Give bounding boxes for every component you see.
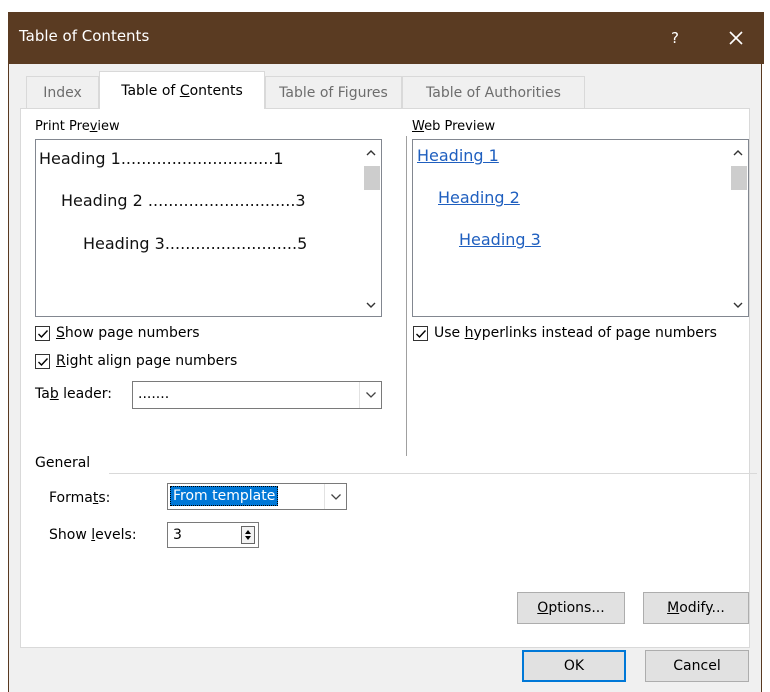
print-preview-heading: Heading 1 — [39, 149, 121, 168]
modify-button-label: odify... — [679, 600, 725, 616]
tab-leader-value: ....... — [138, 386, 170, 402]
web-preview-label-post: eb Preview — [424, 119, 496, 134]
formats-label-pre: Forma — [49, 490, 93, 506]
tab-leader-accel: b — [49, 386, 59, 402]
show-page-numbers-label[interactable]: Show page numbers — [56, 325, 200, 341]
print-preview-line: Heading 3..........................5 — [83, 234, 307, 253]
dialog-title: Table of Contents — [19, 27, 150, 45]
tab-leader-select[interactable]: ....... — [132, 381, 382, 409]
spin-buttons[interactable] — [241, 526, 255, 544]
web-preview-link[interactable]: Heading 2 — [438, 188, 520, 207]
use-hyperlinks-checkbox[interactable] — [413, 326, 428, 341]
print-preview-dots: .............................. — [120, 149, 274, 168]
tab-index[interactable]: Index — [26, 76, 99, 108]
print-preview-page: 5 — [297, 234, 308, 253]
show-page-numbers-checkbox[interactable] — [35, 326, 50, 341]
print-preview-label: Print Preview — [35, 119, 120, 134]
print-preview-heading: Heading 2 — [61, 191, 143, 210]
formats-dropdown[interactable] — [324, 484, 346, 509]
tab-toc-label-pre: Table of — [121, 83, 180, 99]
tab-authorities-label: Table of Authorities — [426, 85, 561, 101]
web-preview-scrollbar[interactable] — [728, 140, 748, 316]
tab-figures-label: Table of Figures — [279, 85, 388, 101]
print-preview-label-pre: Print Pre — [35, 119, 90, 134]
print-preview-box[interactable]: Heading 1..............................1… — [35, 139, 382, 317]
print-preview-dots: .......................... — [164, 234, 298, 253]
web-preview-link[interactable]: Heading 3 — [459, 230, 541, 249]
print-preview-page: 3 — [295, 191, 306, 210]
tab-index-label: Index — [43, 85, 82, 101]
checkmark-icon — [416, 330, 427, 339]
chevron-down-icon — [331, 494, 341, 500]
formats-label: Formats: — [49, 490, 110, 506]
tab-leader-post: leader: — [58, 386, 112, 402]
print-preview-dots: ............................. — [142, 191, 296, 210]
web-preview-box[interactable]: Heading 1 Heading 2 Heading 3 — [412, 139, 749, 317]
chevron-down-icon — [366, 392, 376, 398]
general-heading: General — [35, 455, 91, 471]
toc-dialog: Table of Contents ? Index Table of Conte… — [8, 12, 764, 692]
options-button-accel: O — [537, 600, 549, 616]
close-button[interactable] — [714, 23, 758, 53]
tab-toc-label-post: ontents — [189, 83, 243, 99]
show-page-numbers-text: how page numbers — [64, 325, 200, 341]
formats-label-post: s: — [98, 490, 111, 506]
tab-table-of-authorities[interactable]: Table of Authorities — [402, 76, 585, 108]
right-align-text: ight align page numbers — [65, 353, 238, 369]
show-levels-label: Show levels: — [49, 527, 137, 543]
checkmark-icon — [38, 358, 49, 367]
use-hyperlinks-label[interactable]: Use hyperlinks instead of page numbers — [434, 325, 717, 341]
web-preview-label: Web Preview — [412, 119, 495, 134]
options-button-label: ptions... — [548, 600, 605, 616]
tab-table-of-contents[interactable]: Table of Contents — [99, 71, 265, 109]
use-hyperlinks-text: yperlinks instead of page numbers — [473, 325, 717, 341]
modify-button[interactable]: Modify... — [643, 592, 749, 624]
web-preview-link[interactable]: Heading 1 — [417, 146, 499, 165]
print-preview-heading: Heading 3 — [83, 234, 165, 253]
scroll-up-arrow-icon[interactable] — [363, 146, 379, 160]
show-levels-post: evels: — [95, 527, 137, 543]
right-align-checkbox[interactable] — [35, 354, 50, 369]
show-levels-stepper[interactable]: 3 — [167, 522, 259, 548]
column-divider — [406, 136, 407, 456]
tab-leader-dropdown[interactable] — [359, 382, 381, 408]
tab-leader-label: Tab leader: — [35, 386, 112, 402]
title-bar: Table of Contents ? — [8, 12, 764, 64]
use-hyperlinks-pre: Use — [434, 325, 465, 341]
tab-toc-label-accel: C — [179, 83, 190, 99]
modify-button-accel: M — [667, 600, 680, 616]
scroll-up-arrow-icon[interactable] — [730, 146, 746, 160]
show-levels-value: 3 — [173, 527, 182, 543]
right-align-label[interactable]: Right align page numbers — [56, 353, 237, 369]
options-button[interactable]: Options... — [517, 592, 625, 624]
print-preview-page: 1 — [273, 149, 284, 168]
general-divider — [109, 473, 757, 474]
checkmark-icon — [38, 330, 49, 339]
help-button[interactable]: ? — [660, 26, 690, 50]
formats-value: From template — [170, 486, 279, 506]
scroll-down-arrow-icon[interactable] — [363, 298, 379, 312]
web-preview-label-accel: W — [412, 119, 425, 134]
show-levels-pre: Show — [49, 527, 92, 543]
close-icon — [729, 31, 743, 45]
print-preview-line: Heading 1..............................1 — [39, 149, 284, 168]
spin-arrows-icon — [245, 530, 251, 540]
print-preview-scrollbar[interactable] — [361, 140, 381, 316]
print-preview-line: Heading 2 .............................3 — [61, 191, 306, 210]
tab-leader-pre: Ta — [35, 386, 50, 402]
right-align-accel: R — [56, 353, 66, 369]
ok-button[interactable]: OK — [522, 650, 626, 682]
formats-select[interactable]: From template — [167, 483, 347, 510]
scroll-thumb[interactable] — [364, 166, 380, 190]
tab-table-of-figures[interactable]: Table of Figures — [265, 76, 402, 108]
cancel-button[interactable]: Cancel — [645, 650, 749, 682]
print-preview-label-post: iew — [97, 119, 120, 134]
scroll-down-arrow-icon[interactable] — [730, 298, 746, 312]
show-page-numbers-accel: S — [56, 325, 65, 341]
scroll-thumb[interactable] — [731, 166, 747, 190]
